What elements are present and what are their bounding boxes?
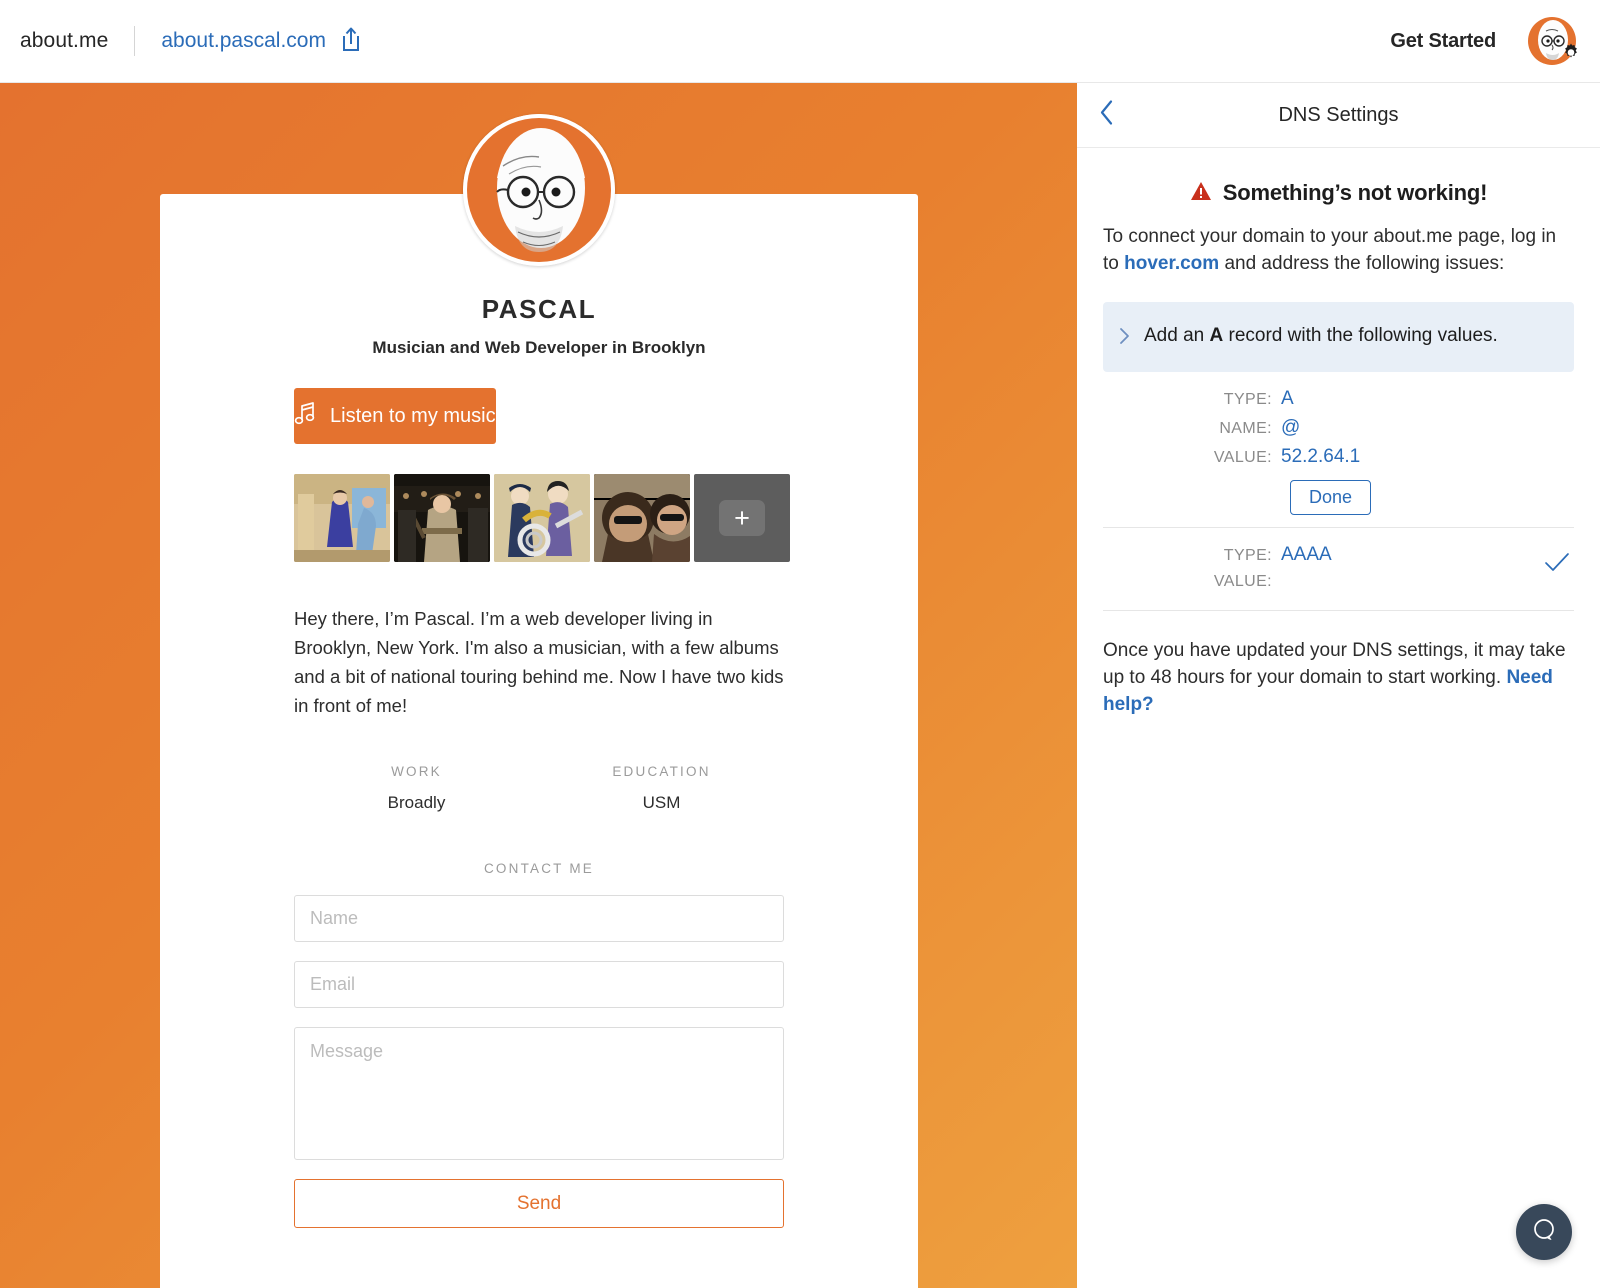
education-value: USM [642,793,681,812]
work-value: Broadly [387,793,446,812]
dns-panel-title: DNS Settings [1278,103,1399,126]
work-education-row: WORK Broadly EDUCATION USM [294,764,784,813]
gallery-thumbnail-2[interactable] [394,474,490,562]
education-label: EDUCATION [612,764,711,779]
dns-settings-panel: DNS Settings Something’s not working! To… [1077,83,1600,1288]
chevron-left-icon[interactable] [1099,100,1115,131]
record-value-line: VALUE: [1103,573,1574,591]
dns-issue-box[interactable]: Add an A record with the following value… [1103,302,1574,372]
hover-com-link[interactable]: hover.com [1124,253,1219,274]
chevron-right-icon[interactable] [1119,322,1131,350]
music-note-icon [294,401,316,431]
record-name-line: NAME: @ [1103,417,1574,439]
record-value-label: VALUE: [1213,449,1272,466]
gallery-thumbnail-3[interactable] [494,474,590,562]
gallery-thumbnail-1[interactable] [294,474,390,562]
photo-gallery: + [294,474,918,562]
top-bar-left: about.me about.pascal.com [0,26,362,57]
top-bar-right: Get Started [1390,15,1600,71]
record-value-line: VALUE: 52.2.64.1 [1103,446,1574,468]
chat-support-button[interactable] [1516,1204,1572,1260]
record-value-label: VALUE: [1213,573,1272,590]
contact-email-input[interactable] [294,961,784,1008]
dns-intro-text: To connect your domain to your about.me … [1103,223,1574,277]
contact-me-header: CONTACT ME [483,861,594,876]
record-divider-bottom [1103,610,1574,611]
profile-bio: Hey there, I’m Pascal. I’m a web develop… [294,608,784,716]
record-type-label: TYPE: [1223,547,1272,564]
issue-text-post: record with the following values. [1223,325,1498,346]
gallery-thumbnail-4[interactable] [594,474,690,562]
header-divider [134,26,136,56]
record-value-value: 52.2.64.1 [1281,446,1361,467]
listen-to-music-label: Listen to my music [330,404,496,427]
plus-icon: + [719,500,765,536]
share-icon[interactable] [340,26,362,57]
gear-icon[interactable] [1559,41,1583,70]
record-type-line: TYPE: AAAA [1103,544,1574,566]
listen-to-music-button[interactable]: Listen to my music [294,388,496,444]
page-title: PASCAL [481,294,597,324]
record-name-label: NAME: [1219,420,1272,437]
checkmark-icon [1544,552,1570,579]
record-type-label: TYPE: [1223,391,1272,408]
dns-outro-part1: Once you have updated your DNS settings,… [1103,640,1566,688]
alert-title: Something’s not working! [1222,180,1488,205]
brand-label: about.me [20,29,109,52]
get-started-button[interactable]: Get Started [1390,30,1496,53]
record-type-line: TYPE: A [1103,388,1574,410]
record-name-value: @ [1281,417,1301,438]
dns-intro-part2: and address the following issues: [1219,253,1505,274]
dns-panel-body: Something’s not working! To connect your… [1077,148,1600,718]
work-column: WORK Broadly [294,764,539,813]
warning-triangle-icon [1190,181,1212,206]
work-label: WORK [391,764,442,779]
profile-avatar [463,114,615,266]
dns-outro-text: Once you have updated your DNS settings,… [1103,637,1574,718]
dns-panel-header: DNS Settings [1077,83,1600,148]
send-button[interactable]: Send [294,1179,784,1228]
alert-row: Something’s not working! [1103,180,1574,206]
education-column: EDUCATION USM [539,764,784,813]
domain-link[interactable]: about.pascal.com [161,29,326,53]
chat-bubble-icon [1531,1217,1557,1248]
issue-text-pre: Add an [1144,325,1210,346]
profile-card: PASCAL Musician and Web Developer in Bro… [160,114,918,1288]
issue-record-type: A [1209,325,1224,346]
record-type-value: A [1281,388,1294,409]
profile-preview-pane: PASCAL Musician and Web Developer in Bro… [0,83,1077,1288]
done-button[interactable]: Done [1290,480,1372,515]
avatar[interactable] [1526,15,1578,71]
add-photo-button[interactable]: + [694,474,790,562]
top-bar: about.me about.pascal.com Get Started [0,0,1600,83]
dns-record-a: TYPE: A NAME: @ VALUE: 52.2.64.1 Done [1103,372,1574,527]
contact-message-input[interactable] [294,1027,784,1160]
profile-tagline: Musician and Web Developer in Brooklyn [372,338,706,357]
dns-issue-text: Add an A record with the following value… [1144,322,1498,350]
contact-name-input[interactable] [294,895,784,942]
dns-record-aaaa: TYPE: AAAA VALUE: [1103,528,1574,610]
record-type-value: AAAA [1281,544,1332,565]
